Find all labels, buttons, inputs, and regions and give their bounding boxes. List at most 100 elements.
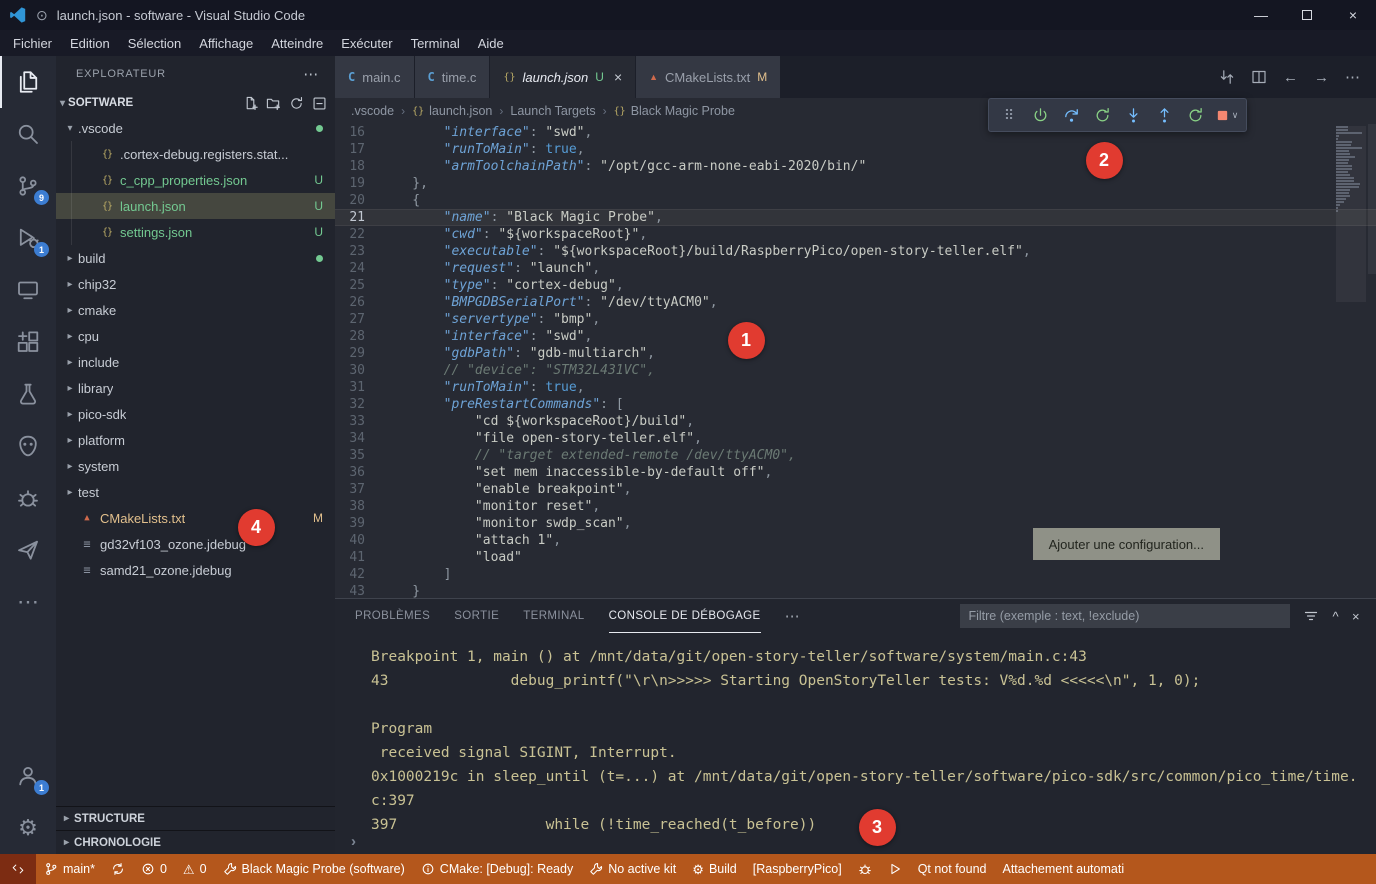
status-problems-warnings[interactable]: ⚠0 — [175, 854, 215, 884]
code-line-17[interactable]: 17 "runToMain": true, — [335, 141, 1376, 158]
panel-more-icon[interactable]: ⋯ — [785, 607, 800, 625]
breadcrumb-item-launch-targets[interactable]: Launch Targets — [510, 104, 595, 118]
refresh-button[interactable] — [289, 96, 304, 111]
section-structure[interactable]: ▸STRUCTURE — [56, 806, 335, 830]
tree-item-test[interactable]: ▸test — [56, 479, 335, 505]
code-line-18[interactable]: 18 "armToolchainPath": "/opt/gcc-arm-non… — [335, 158, 1376, 175]
activity-testing[interactable] — [0, 368, 56, 420]
debug-console[interactable]: Breakpoint 1, main () at /mnt/data/git/o… — [335, 633, 1376, 854]
tab-main-c[interactable]: Cmain.c — [335, 56, 415, 98]
status-cmake-status[interactable]: CMake: [Debug]: Ready — [413, 854, 581, 884]
tree-item-samd21-ozone-jdebug[interactable]: ≡samd21_ozone.jdebug — [56, 557, 335, 583]
code-line-19[interactable]: 19 }, — [335, 175, 1376, 192]
code-line-33[interactable]: 33 "cd ${workspaceRoot}/build", — [335, 413, 1376, 430]
code-editor[interactable]: 16 "interface": "swd",17 "runToMain": tr… — [335, 124, 1376, 598]
tree-item-build[interactable]: ▸build — [56, 245, 335, 271]
activity-run-and-debug[interactable]: 1 — [0, 212, 56, 264]
tree-item-vscode[interactable]: ▾.vscode — [56, 115, 335, 141]
tab-time-c[interactable]: Ctime.c — [415, 56, 491, 98]
close-button[interactable]: × — [1330, 0, 1376, 30]
status-cmake-target[interactable]: [RaspberryPico] — [745, 854, 850, 884]
breadcrumb-item-black-magic-probe[interactable]: {}Black Magic Probe — [614, 104, 735, 118]
menu-item-atteindre[interactable]: Atteindre — [262, 33, 332, 54]
panel-tab-sortie[interactable]: SORTIE — [454, 599, 499, 633]
debug-step-into-button[interactable] — [1118, 101, 1148, 129]
navigate-back-button[interactable]: ← — [1283, 69, 1298, 86]
code-line-23[interactable]: 23 "executable": "${workspaceRoot}/build… — [335, 243, 1376, 260]
status-remote-indicator[interactable] — [0, 854, 36, 884]
new-folder-button[interactable] — [266, 96, 281, 111]
minimize-button[interactable]: — — [1238, 0, 1284, 30]
tree-item-cmake[interactable]: ▸cmake — [56, 297, 335, 323]
explorer-more-icon[interactable]: ⋯ — [303, 65, 319, 83]
tree-item-gd32vf103-ozone-jdebug[interactable]: ≡gd32vf103_ozone.jdebug — [56, 531, 335, 557]
debug-step-over-button[interactable] — [1056, 101, 1086, 129]
code-line-24[interactable]: 24 "request": "launch", — [335, 260, 1376, 277]
debug-continue-button[interactable] — [1025, 101, 1055, 129]
code-line-26[interactable]: 26 "BMPGDBSerialPort": "/dev/ttyACM0", — [335, 294, 1376, 311]
code-line-37[interactable]: 37 "enable breakpoint", — [335, 481, 1376, 498]
maximize-button[interactable] — [1284, 0, 1330, 30]
code-line-42[interactable]: 42 ] — [335, 566, 1376, 583]
tree-item-system[interactable]: ▸system — [56, 453, 335, 479]
code-line-27[interactable]: 27 "servertype": "bmp", — [335, 311, 1376, 328]
new-file-button[interactable] — [243, 96, 258, 111]
tree-item-include[interactable]: ▸include — [56, 349, 335, 375]
tree-item-chip32[interactable]: ▸chip32 — [56, 271, 335, 297]
collapse-all-button[interactable] — [312, 96, 327, 111]
activity-more-views[interactable]: ⋯ — [0, 576, 56, 628]
code-line-34[interactable]: 34 "file open-story-teller.elf", — [335, 430, 1376, 447]
workspace-section-header[interactable]: ▾ SOFTWARE — [56, 91, 335, 115]
minimap[interactable] — [1336, 126, 1366, 213]
menu-item-affichage[interactable]: Affichage — [190, 33, 262, 54]
activity-live-share[interactable] — [0, 524, 56, 576]
status-qt-status[interactable]: Qt not found — [910, 854, 995, 884]
code-line-32[interactable]: 32 "preRestartCommands": [ — [335, 396, 1376, 413]
debug-reset-button[interactable] — [1087, 101, 1117, 129]
console-prompt-icon[interactable]: › — [351, 833, 356, 850]
activity-search[interactable] — [0, 108, 56, 160]
code-line-43[interactable]: 43 } — [335, 583, 1376, 598]
tree-item-c-cpp-properties-json[interactable]: {}c_cpp_properties.jsonU — [56, 167, 335, 193]
activity-platformio[interactable] — [0, 420, 56, 472]
activity-settings[interactable]: ⚙ — [0, 802, 56, 854]
status-sync[interactable] — [103, 854, 133, 884]
breadcrumb-item-vscode[interactable]: .vscode — [351, 104, 394, 118]
panel-tab-terminal[interactable]: TERMINAL — [523, 599, 584, 633]
activity-accounts[interactable]: 1 — [0, 750, 56, 802]
tree-item-settings-json[interactable]: {}settings.jsonU — [56, 219, 335, 245]
close-panel-button[interactable]: × — [1352, 609, 1360, 624]
code-line-29[interactable]: 29 "gdbPath": "gdb-multiarch", — [335, 345, 1376, 362]
add-configuration-button[interactable]: Ajouter une configuration... — [1033, 528, 1220, 560]
status-cmake-kit[interactable]: No active kit — [581, 854, 684, 884]
panel-tab-problemes[interactable]: PROBLÈMES — [355, 599, 430, 633]
code-line-21[interactable]: 21 "name": "Black Magic Probe", — [335, 209, 1376, 226]
status-problems-errors[interactable]: 0 — [133, 854, 175, 884]
status-run-task[interactable] — [880, 854, 910, 884]
navigate-forward-button[interactable]: → — [1314, 69, 1329, 86]
code-line-25[interactable]: 25 "type": "cortex-debug", — [335, 277, 1376, 294]
code-line-30[interactable]: 30 // "device": "STM32L431VC", — [335, 362, 1376, 379]
console-filter-input[interactable] — [960, 604, 1290, 628]
tab-cmakelists-txt[interactable]: ▲CMakeLists.txtM — [636, 56, 781, 98]
more-actions-button[interactable]: ⋯ — [1345, 68, 1360, 86]
console-menu-button[interactable] — [1303, 608, 1319, 624]
tree-item-pico-sdk[interactable]: ▸pico-sdk — [56, 401, 335, 427]
activity-explorer[interactable] — [0, 56, 56, 108]
section-chronologie[interactable]: ▸CHRONOLOGIE — [56, 830, 335, 854]
tree-item-cpu[interactable]: ▸cpu — [56, 323, 335, 349]
status-debug-status[interactable] — [850, 854, 880, 884]
status-auto-attach[interactable]: Attachement automati — [995, 854, 1133, 884]
activity-source-control[interactable]: 9 — [0, 160, 56, 212]
tree-item-platform[interactable]: ▸platform — [56, 427, 335, 453]
menu-item-selection[interactable]: Sélection — [119, 33, 190, 54]
status-cmake-build[interactable]: ⚙Build — [684, 854, 744, 884]
menu-item-terminal[interactable]: Terminal — [402, 33, 469, 54]
activity-debug-alt[interactable] — [0, 472, 56, 524]
code-line-28[interactable]: 28 "interface": "swd", — [335, 328, 1376, 345]
split-editor-button[interactable] — [1251, 69, 1267, 85]
debug-step-out-button[interactable] — [1149, 101, 1179, 129]
compare-changes-button[interactable] — [1219, 69, 1235, 85]
status-launch-config[interactable]: Black Magic Probe (software) — [215, 854, 413, 884]
code-line-20[interactable]: 20 { — [335, 192, 1376, 209]
